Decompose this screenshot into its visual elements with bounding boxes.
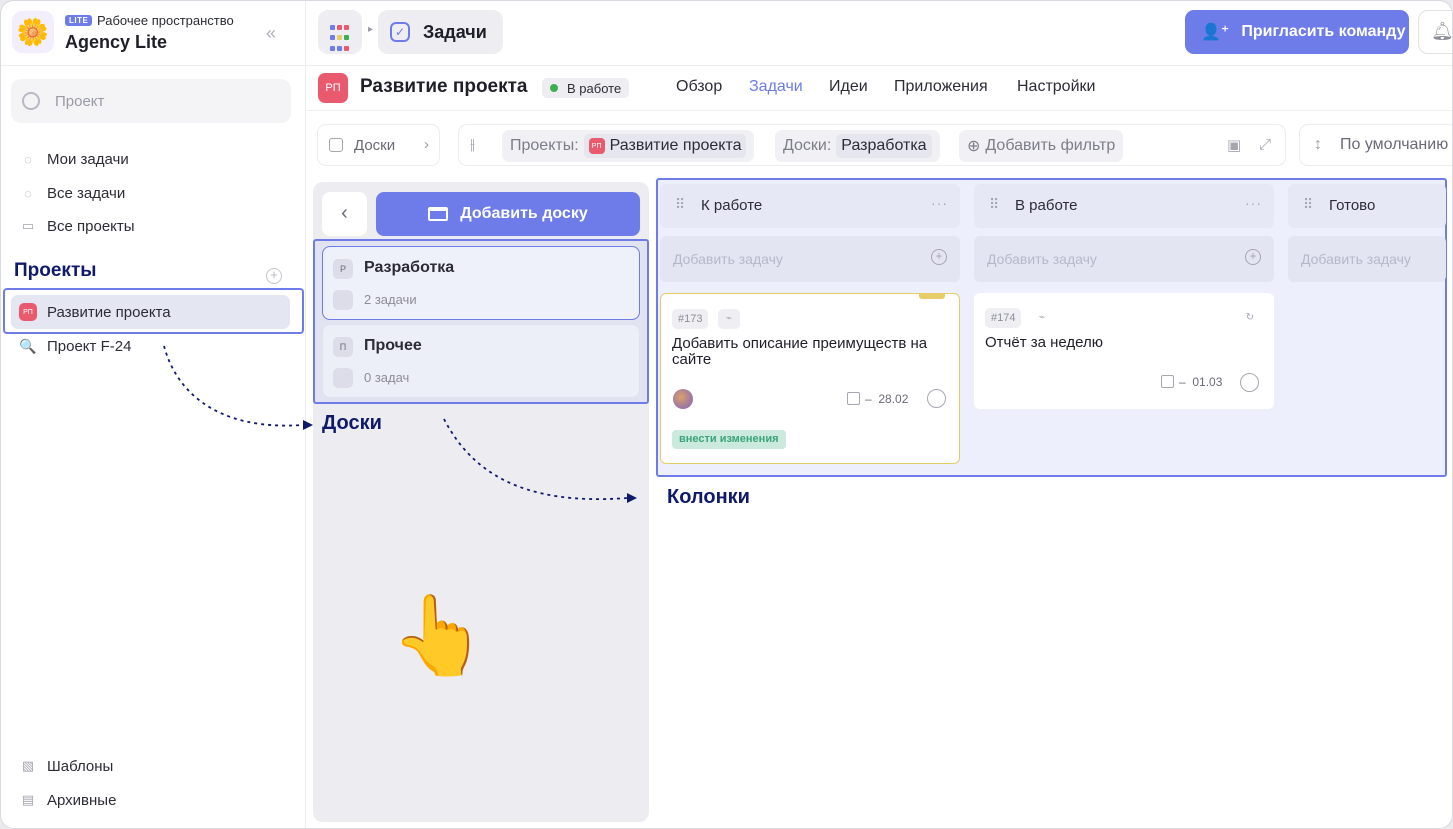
arrowhead [303,420,313,430]
arrowhead [627,493,637,503]
arrow-to-columns [443,418,628,500]
app-window: 🌼 LITE Рабочее пространство Agency Lite … [0,0,1453,829]
arrow-to-boards [163,345,304,427]
annotation-arrows [163,345,637,503]
